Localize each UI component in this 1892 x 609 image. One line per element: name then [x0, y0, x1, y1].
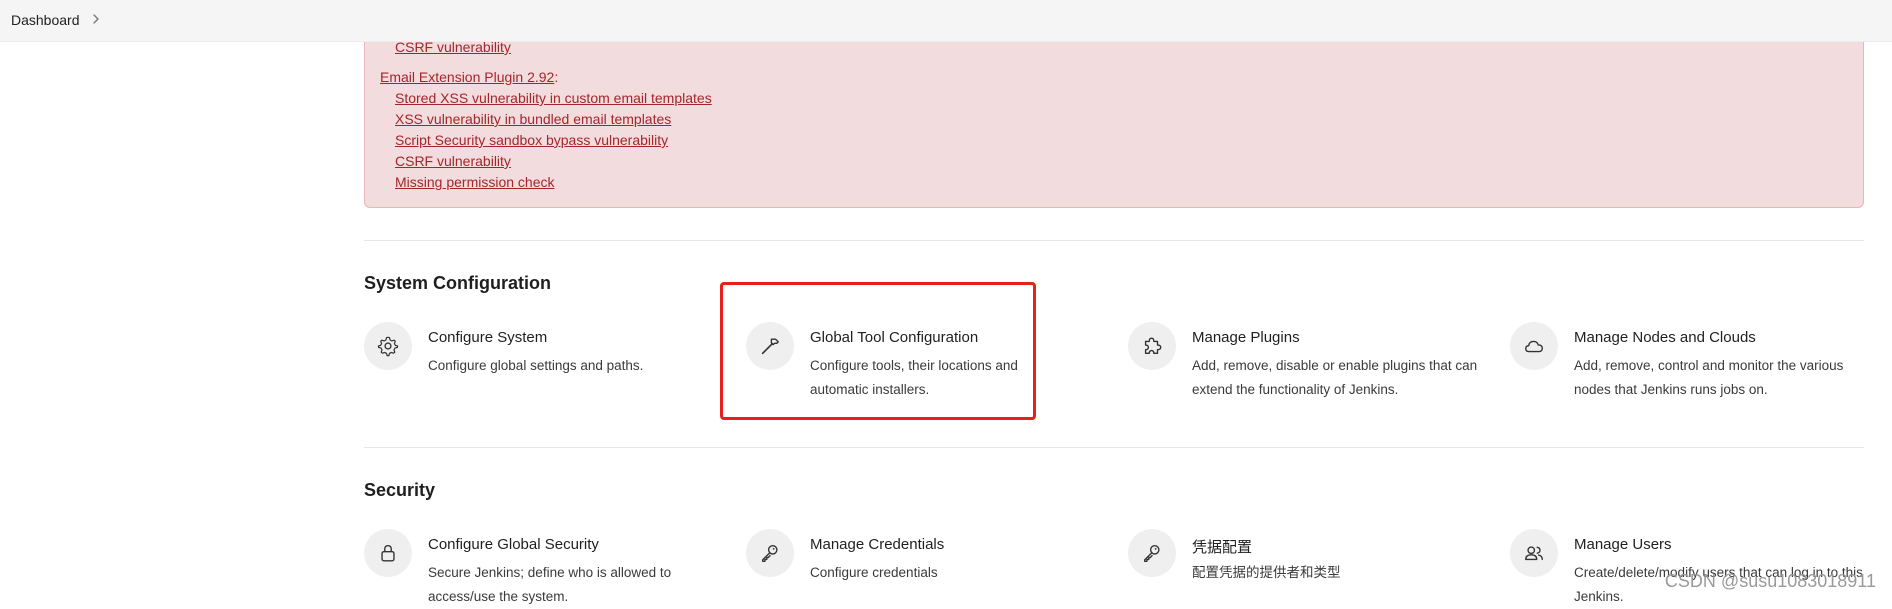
card-description: Configure tools, their locations and aut…	[810, 358, 1018, 397]
card-manage-credentials[interactable]: Manage Credentials Configure credentials	[746, 529, 1116, 609]
alert-link-csrf-1[interactable]: CSRF vulnerability	[395, 39, 511, 55]
chevron-right-icon[interactable]	[89, 12, 103, 26]
card-title: Configure Global Security	[428, 536, 599, 553]
alert-link-script-security[interactable]: Script Security sandbox bypass vulnerabi…	[395, 132, 668, 148]
card-manage-plugins[interactable]: Manage Plugins Add, remove, disable or e…	[1128, 322, 1498, 402]
card-title: Global Tool Configuration	[810, 329, 979, 346]
card-description: 配置凭据的提供者和类型	[1192, 565, 1341, 580]
card-description: Configure credentials	[810, 565, 938, 580]
cloud-icon	[1510, 322, 1558, 370]
section-title-system-configuration: System Configuration	[364, 273, 552, 293]
hammer-icon	[746, 322, 794, 370]
key-icon	[746, 529, 794, 577]
divider	[364, 447, 1864, 448]
alert-link-csrf-2[interactable]: CSRF vulnerability	[395, 153, 511, 169]
card-description: Secure Jenkins; define who is allowed to…	[428, 565, 672, 604]
card-title: Manage Plugins	[1192, 329, 1300, 346]
gear-icon	[364, 322, 412, 370]
alert-colon: :	[554, 69, 559, 85]
alert-link-missing-permission[interactable]: Missing permission check	[395, 174, 555, 190]
card-description: Add, remove, disable or enable plugins t…	[1192, 358, 1478, 397]
card-manage-nodes-and-clouds[interactable]: Manage Nodes and Clouds Add, remove, con…	[1510, 322, 1880, 402]
users-icon	[1510, 529, 1558, 577]
card-global-tool-configuration[interactable]: Global Tool Configuration Configure tool…	[746, 322, 1116, 402]
card-configure-global-security[interactable]: Configure Global Security Secure Jenkins…	[364, 529, 734, 609]
alert-link-stored-xss[interactable]: Stored XSS vulnerability in custom email…	[395, 90, 712, 106]
section-title-security: Security	[364, 480, 436, 500]
card-title: Manage Users	[1574, 536, 1672, 553]
puzzle-icon	[1128, 322, 1176, 370]
card-title: Configure System	[428, 329, 548, 346]
alert-link-email-extension-plugin[interactable]: Email Extension Plugin 2.92	[380, 69, 554, 85]
breadcrumb-dashboard[interactable]: Dashboard	[11, 12, 80, 28]
watermark: CSDN @susu1083018911	[1664, 571, 1876, 591]
lock-icon	[364, 529, 412, 577]
breadcrumb-bar: Dashboard	[0, 0, 1892, 42]
card-title: 凭据配置	[1192, 539, 1253, 556]
security-warning-alert: CSRF vulnerability Email Extension Plugi…	[364, 39, 1864, 208]
card-manage-users[interactable]: Manage Users Create/delete/modify users …	[1510, 529, 1880, 609]
card-configure-system[interactable]: Configure System Configure global settin…	[364, 322, 734, 402]
key-icon	[1128, 529, 1176, 577]
card-description: Add, remove, control and monitor the var…	[1574, 358, 1844, 397]
card-description: Configure global settings and paths.	[428, 358, 644, 373]
alert-link-xss-bundled[interactable]: XSS vulnerability in bundled email templ…	[395, 111, 671, 127]
card-title: Manage Nodes and Clouds	[1574, 329, 1756, 346]
card-title: Manage Credentials	[810, 536, 945, 553]
card-credential-configuration[interactable]: 凭据配置 配置凭据的提供者和类型	[1128, 529, 1498, 609]
divider	[364, 240, 1864, 241]
